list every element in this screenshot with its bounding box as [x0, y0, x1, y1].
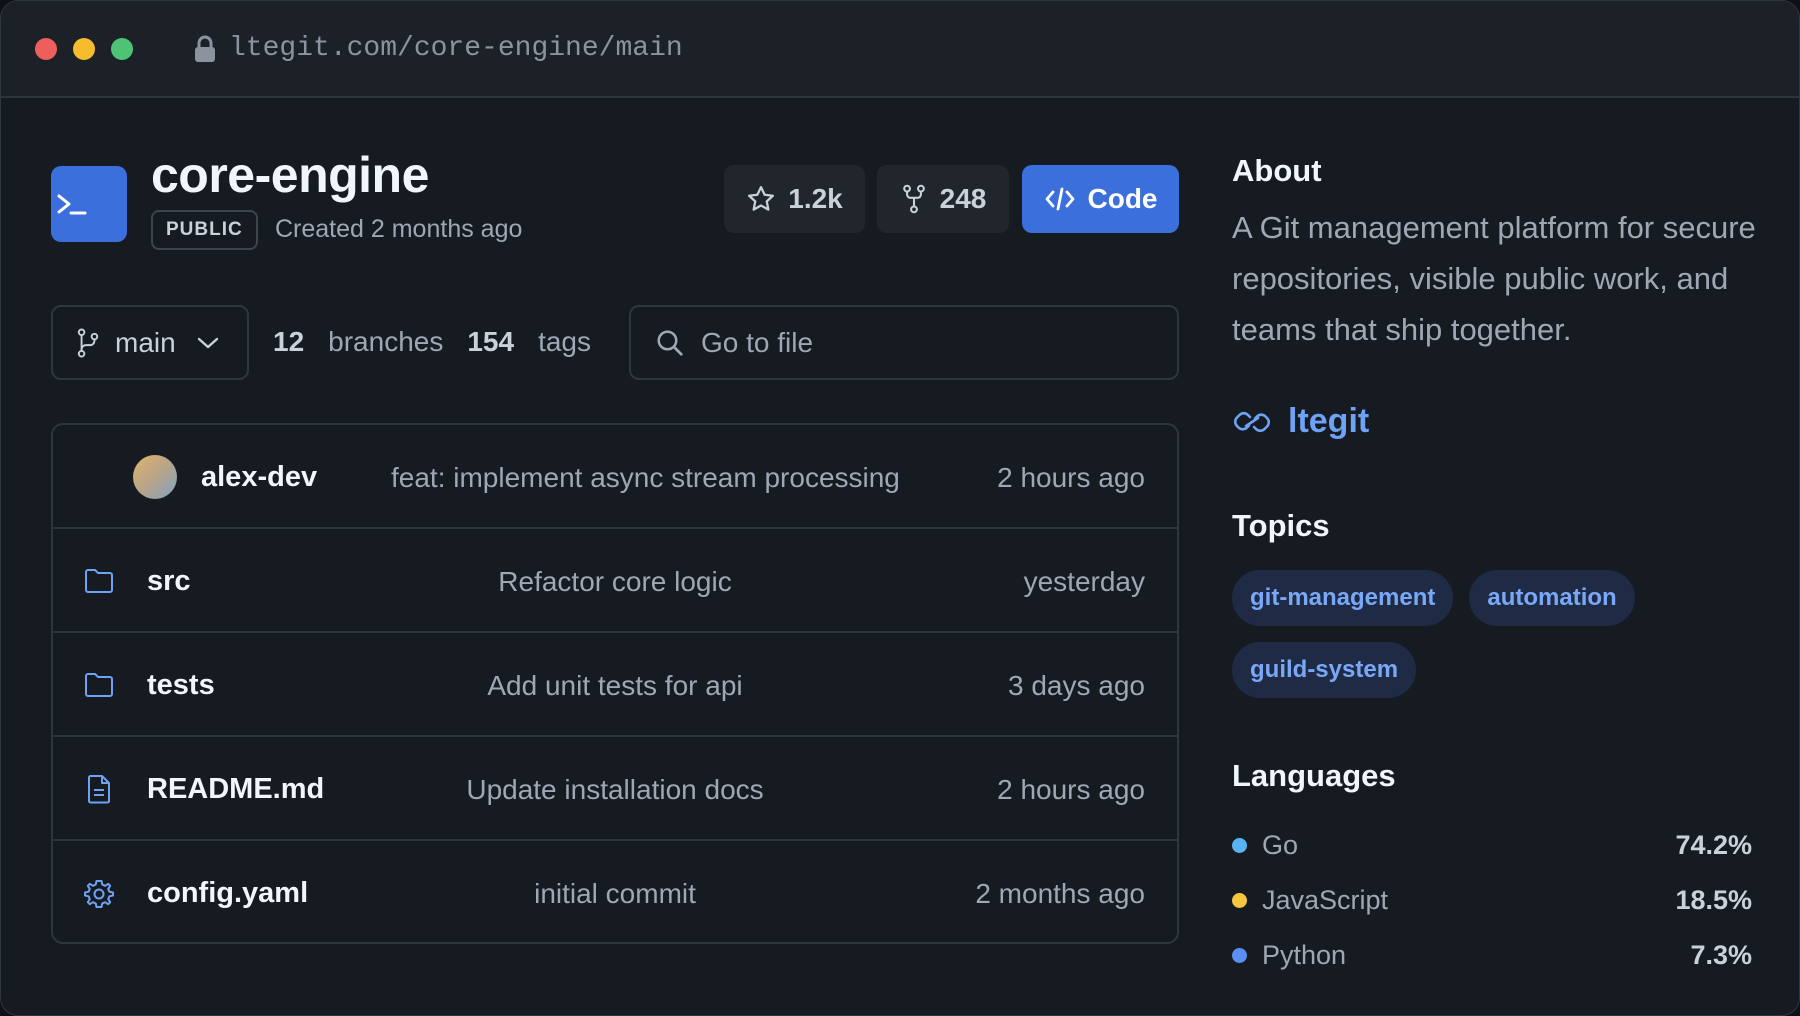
link-icon	[1234, 411, 1270, 432]
website-link[interactable]: ltegit	[1232, 402, 1369, 441]
code-button[interactable]: Code	[1022, 165, 1179, 233]
language-percent: 74.2%	[1675, 830, 1752, 860]
repo-description: A Git management platform for secure rep…	[1232, 210, 1756, 347]
commit-author[interactable]: alex-dev	[201, 461, 317, 494]
branch-icon	[77, 328, 99, 357]
tags-label: tags	[538, 326, 591, 357]
page-content: core-engine PUBLIC Created 2 months ago …	[1, 98, 1799, 1015]
language-item[interactable]: Go 74.2%	[1232, 818, 1752, 873]
table-row[interactable]: config.yaml initial commit 2 months ago	[53, 841, 1177, 942]
table-row[interactable]: README.md Update installation docs 2 hou…	[53, 737, 1177, 841]
tags-count: 154	[467, 326, 515, 357]
visibility-badge: PUBLIC	[151, 210, 258, 250]
minimize-window-button[interactable]	[73, 37, 95, 60]
close-window-button[interactable]	[35, 37, 57, 60]
file-table: alex-dev feat: implement async stream pr…	[51, 423, 1179, 944]
file-time: 2 hours ago	[997, 774, 1145, 805]
branches-count: 12	[273, 326, 305, 357]
file-time: 3 days ago	[1008, 670, 1145, 701]
language-name: Python	[1262, 940, 1347, 970]
current-branch: main	[115, 326, 176, 358]
search-input[interactable]	[701, 326, 1141, 359]
fork-button[interactable]: 248	[877, 165, 1009, 233]
language-item[interactable]: Python 7.3%	[1232, 928, 1752, 983]
commit-time: 2 hours ago	[997, 462, 1145, 493]
title-bar: ltegit.com/core-engine/main	[1, 1, 1799, 98]
branches-label: branches	[328, 326, 444, 357]
language-item[interactable]: JavaScript 18.5%	[1232, 873, 1752, 928]
ref-counts: 12 branches 154 tags	[273, 326, 591, 358]
language-name: Go	[1262, 830, 1299, 860]
language-list: Go 74.2% JavaScript 18.5% Python 7.3%	[1232, 818, 1752, 983]
fork-icon	[902, 184, 925, 214]
code-button-label: Code	[1087, 183, 1158, 214]
language-name: JavaScript	[1262, 885, 1389, 915]
language-color-dot	[1232, 893, 1247, 908]
language-color-dot	[1232, 838, 1247, 853]
terminal-icon	[51, 166, 127, 242]
maximize-window-button[interactable]	[111, 37, 133, 60]
file-time: yesterday	[1023, 566, 1145, 597]
star-count: 1.2k	[788, 183, 843, 214]
code-icon	[1045, 187, 1074, 211]
file-time: 2 months ago	[975, 878, 1145, 909]
languages-heading: Languages	[1232, 758, 1396, 793]
topic-tag[interactable]: git-management	[1232, 570, 1454, 626]
topic-list: git-management automation guild-system	[1232, 570, 1752, 698]
latest-commit-row[interactable]: alex-dev feat: implement async stream pr…	[53, 425, 1177, 529]
about-heading: About	[1232, 153, 1322, 188]
lock-icon	[195, 35, 215, 62]
file-commit-message[interactable]: Refactor core logic	[53, 566, 1177, 598]
table-row[interactable]: tests Add unit tests for api 3 days ago	[53, 633, 1177, 737]
browser-window: ltegit.com/core-engine/main core-engine …	[0, 0, 1800, 1016]
branch-selector[interactable]: main	[51, 305, 249, 380]
topic-tag[interactable]: automation	[1469, 570, 1635, 626]
commit-message[interactable]: feat: implement async stream processing	[391, 462, 900, 494]
star-button[interactable]: 1.2k	[724, 165, 865, 233]
search-icon	[657, 330, 683, 356]
language-color-dot	[1232, 948, 1247, 963]
address-bar[interactable]: ltegit.com/core-engine/main	[193, 33, 683, 64]
tags-link[interactable]: 154 tags	[467, 326, 591, 358]
chevron-down-icon	[197, 337, 218, 348]
url-text: ltegit.com/core-engine/main	[229, 33, 683, 64]
go-to-file-search[interactable]	[629, 305, 1179, 380]
table-row[interactable]: src Refactor core logic yesterday	[53, 529, 1177, 633]
branches-link[interactable]: 12 branches	[273, 326, 443, 358]
topics-heading: Topics	[1232, 508, 1330, 543]
website-link-text: ltegit	[1288, 402, 1370, 440]
star-icon	[748, 186, 775, 211]
avatar[interactable]	[133, 455, 177, 499]
repo-title[interactable]: core-engine	[151, 146, 429, 204]
fork-count: 248	[939, 183, 987, 214]
language-percent: 18.5%	[1675, 885, 1752, 915]
topic-tag[interactable]: guild-system	[1232, 642, 1417, 698]
language-percent: 7.3%	[1690, 940, 1752, 970]
created-date: Created 2 months ago	[275, 215, 523, 243]
